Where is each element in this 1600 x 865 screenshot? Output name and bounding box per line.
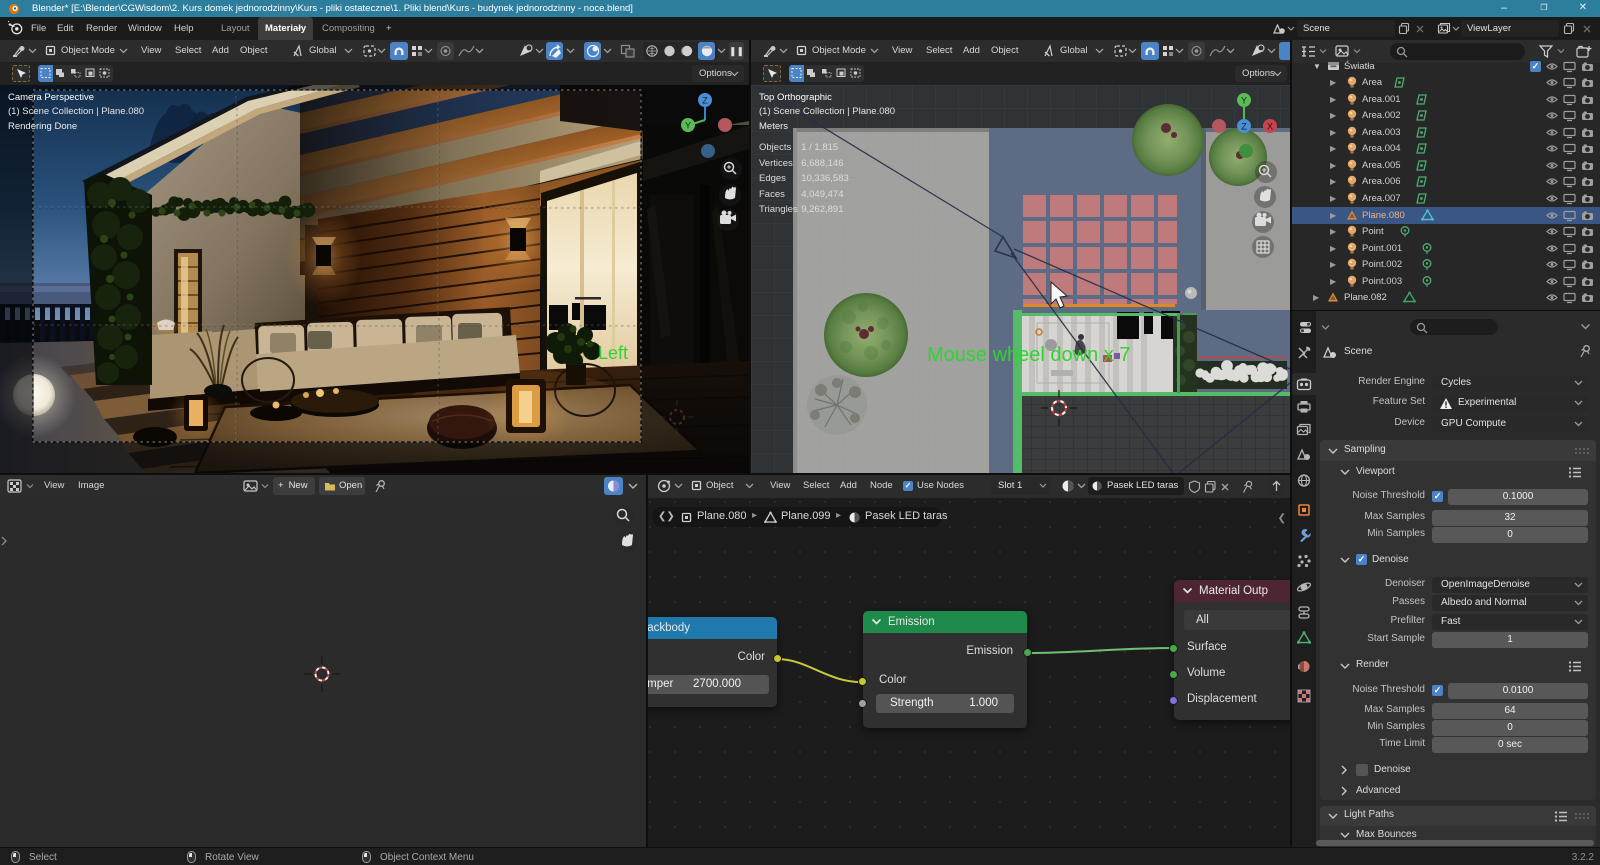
svg-text:Y: Y — [1241, 96, 1247, 106]
svg-text:Y: Y — [685, 121, 691, 131]
svg-text:Z: Z — [702, 96, 708, 106]
svg-text:Z: Z — [1241, 122, 1247, 132]
svg-text:X: X — [1267, 122, 1273, 132]
